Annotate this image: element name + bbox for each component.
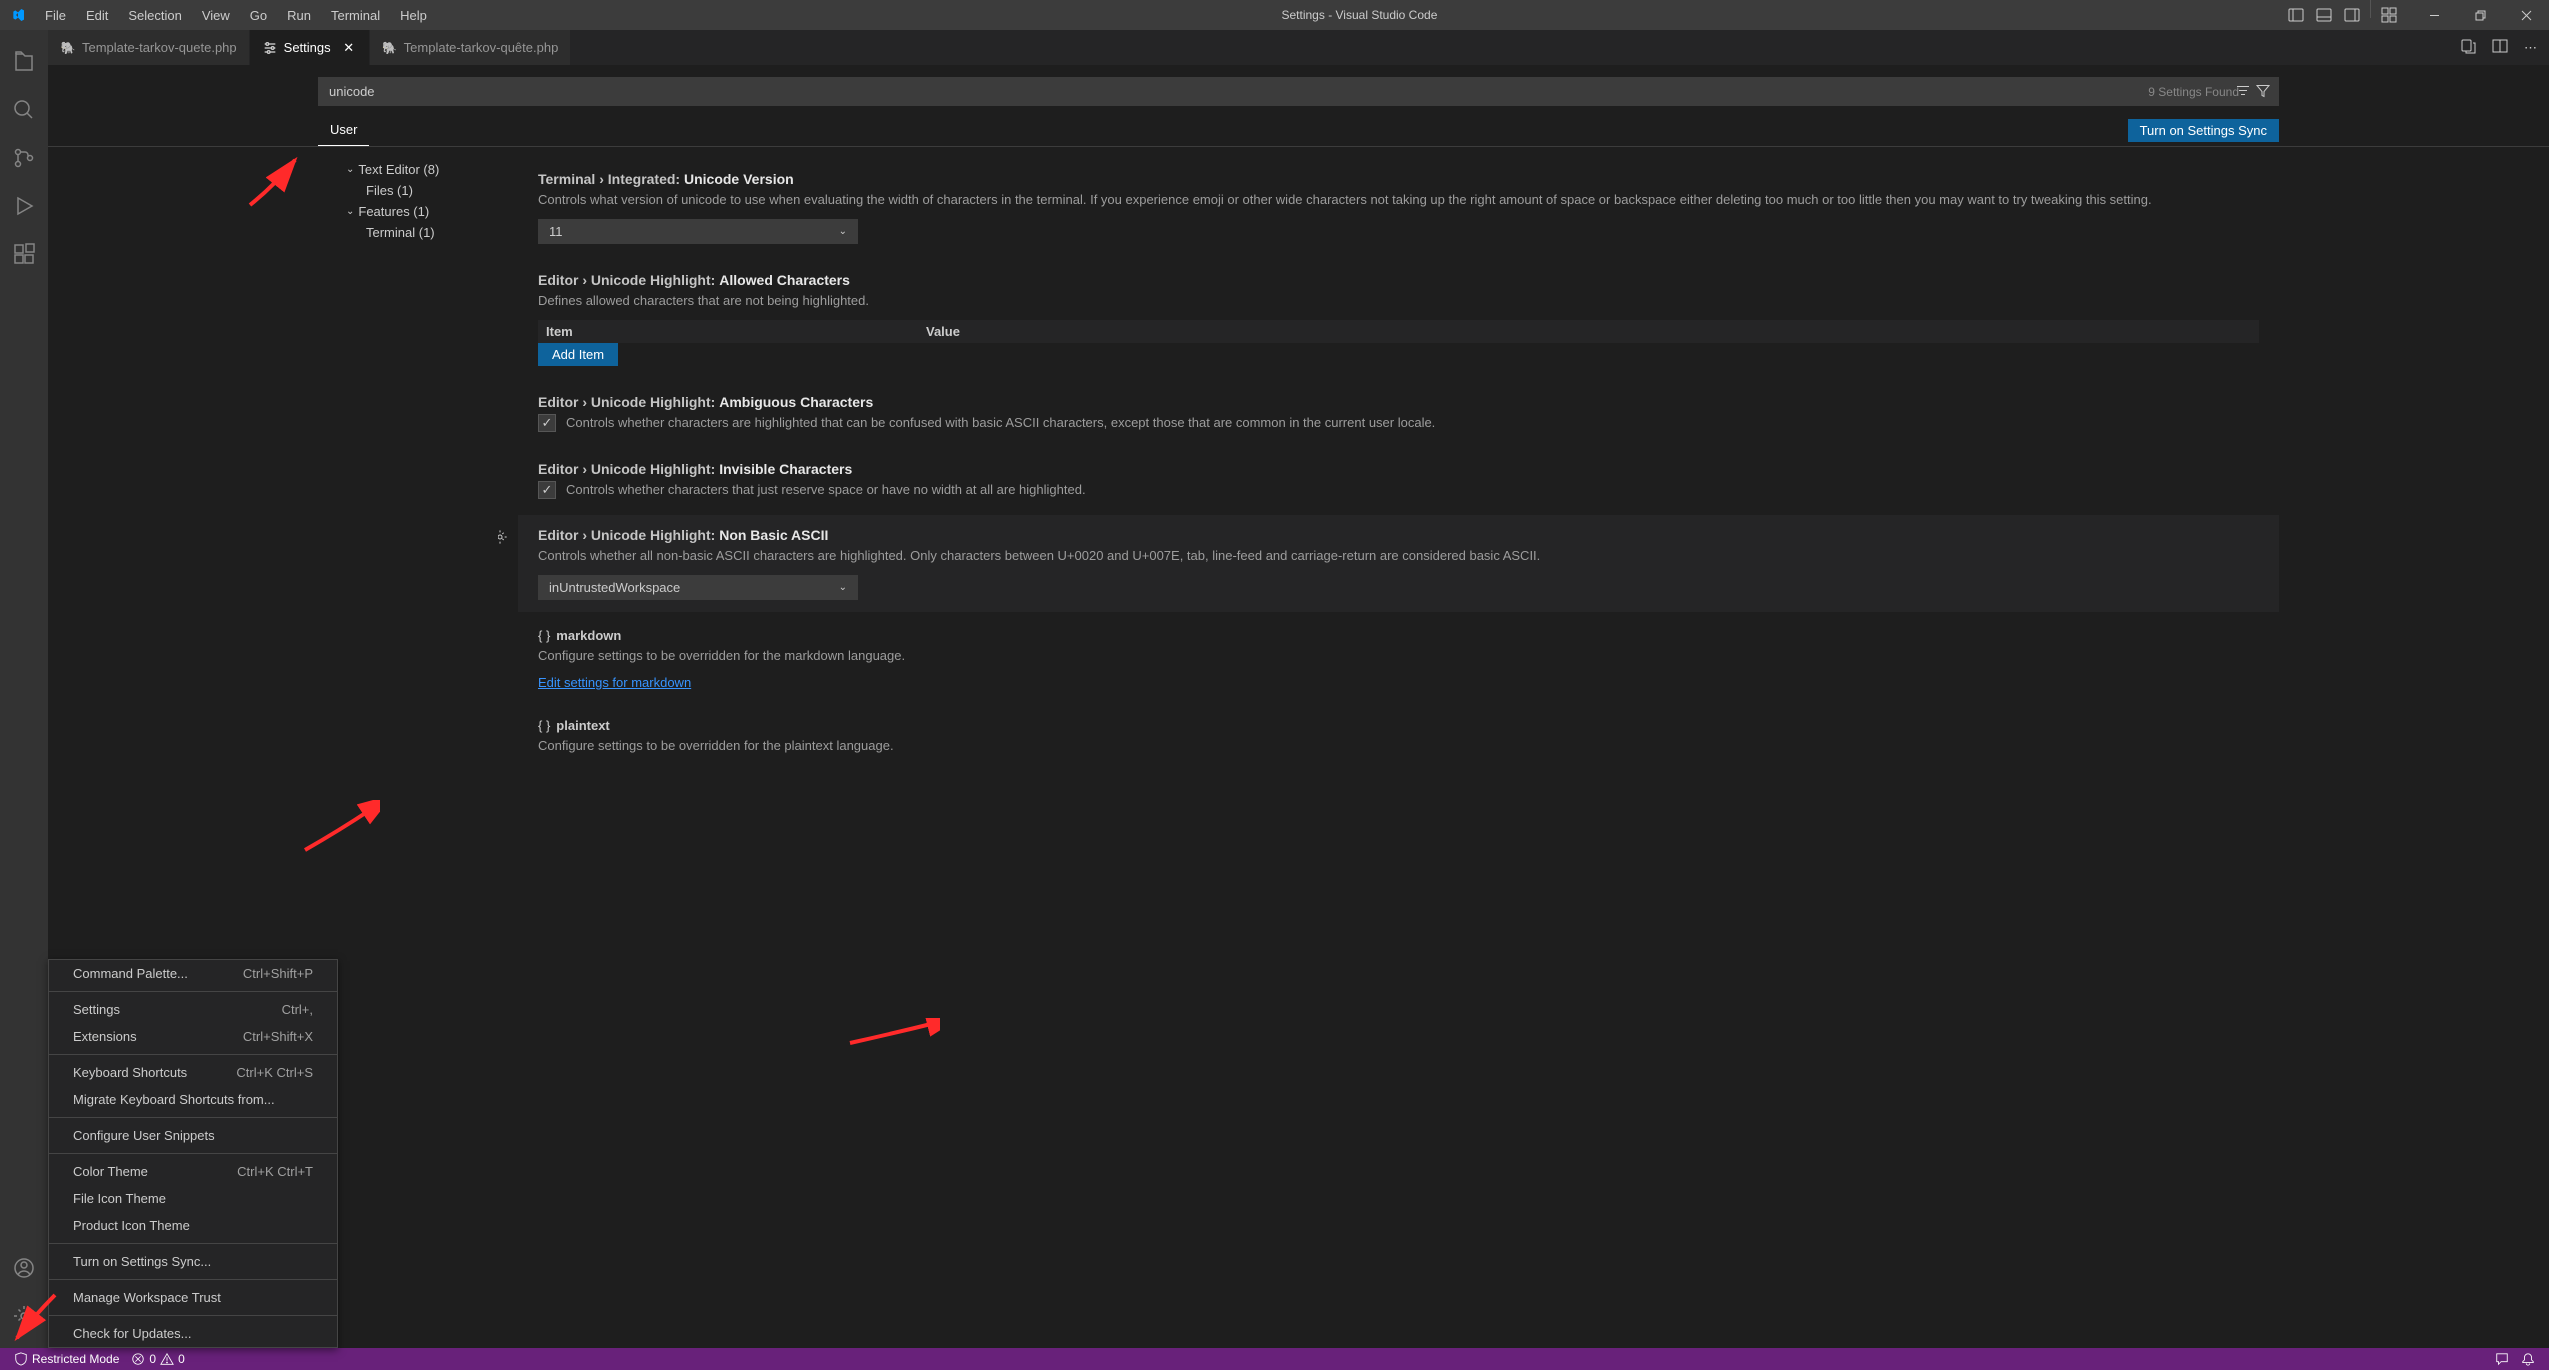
ctx-command-palette[interactable]: Command Palette...Ctrl+Shift+P: [49, 960, 337, 987]
editor-tabs: 🐘 Template-tarkov-quete.php Settings ✕ 🐘…: [48, 30, 2549, 65]
window-controls: [2282, 0, 2549, 30]
accounts-icon[interactable]: [0, 1244, 48, 1292]
menu-run[interactable]: Run: [277, 0, 321, 30]
manage-context-menu: Command Palette...Ctrl+Shift+P SettingsC…: [48, 959, 338, 1348]
status-feedback-icon[interactable]: [2489, 1352, 2515, 1366]
tab-actions: ⋯: [2456, 30, 2549, 65]
more-actions-icon[interactable]: ⋯: [2520, 36, 2541, 60]
menu-file[interactable]: File: [35, 0, 76, 30]
extensions-icon[interactable]: [0, 230, 48, 278]
toggle-primary-sidebar-icon[interactable]: [2282, 0, 2310, 30]
toggle-secondary-sidebar-icon[interactable]: [2338, 0, 2366, 30]
activity-bar: [0, 30, 48, 1348]
status-restricted-mode[interactable]: Restricted Mode: [8, 1352, 125, 1366]
add-item-button[interactable]: Add Item: [538, 343, 618, 366]
clear-filters-icon[interactable]: [2235, 82, 2251, 101]
menu-terminal[interactable]: Terminal: [321, 0, 390, 30]
settings-toc: ⌄Text Editor (8) Files (1) ⌄Features (1)…: [318, 147, 498, 1348]
chevron-down-icon: ⌄: [346, 206, 354, 217]
chevron-down-icon: ⌄: [839, 582, 847, 593]
filter-icon[interactable]: [2255, 82, 2271, 101]
tab-settings[interactable]: Settings ✕: [250, 30, 370, 65]
ctx-migrate-shortcuts[interactable]: Migrate Keyboard Shortcuts from...: [49, 1086, 337, 1113]
open-settings-json-icon[interactable]: [2456, 34, 2480, 61]
scope-user-tab[interactable]: User: [318, 114, 369, 146]
status-bar: Restricted Mode 0 0: [0, 1348, 2549, 1370]
setting-non-basic-ascii: Editor › Unicode Highlight: Non Basic AS…: [518, 515, 2279, 612]
title-bar: File Edit Selection View Go Run Terminal…: [0, 0, 2549, 30]
settings-scope-tabs: User Turn on Settings Sync: [48, 114, 2549, 147]
non-basic-ascii-dropdown[interactable]: inUntrustedWorkspace ⌄: [538, 575, 858, 600]
settings-tab-icon: [262, 40, 278, 56]
status-bell-icon[interactable]: [2515, 1352, 2541, 1366]
ctx-settings-sync[interactable]: Turn on Settings Sync...: [49, 1248, 337, 1275]
unicode-version-dropdown[interactable]: 11 ⌄: [538, 219, 858, 244]
braces-icon: { }: [538, 628, 550, 643]
maximize-button[interactable]: [2457, 0, 2503, 30]
chevron-down-icon: ⌄: [346, 164, 354, 175]
ctx-check-updates[interactable]: Check for Updates...: [49, 1320, 337, 1347]
menu-selection[interactable]: Selection: [118, 0, 191, 30]
tab-label: Settings: [284, 40, 331, 55]
tab-template-quete-accent[interactable]: 🐘 Template-tarkov-quête.php: [370, 30, 572, 65]
setting-terminal-unicode-version: Terminal › Integrated: Unicode Version C…: [518, 159, 2279, 256]
main-menu: File Edit Selection View Go Run Terminal…: [35, 0, 437, 30]
menu-go[interactable]: Go: [240, 0, 277, 30]
turn-on-settings-sync-button[interactable]: Turn on Settings Sync: [2128, 119, 2279, 142]
edit-markdown-link[interactable]: Edit settings for markdown: [538, 675, 691, 690]
source-control-icon[interactable]: [0, 134, 48, 182]
php-file-icon: 🐘: [60, 40, 76, 56]
ctx-user-snippets[interactable]: Configure User Snippets: [49, 1122, 337, 1149]
ctx-file-icon-theme[interactable]: File Icon Theme: [49, 1185, 337, 1212]
allowed-chars-table-header: Item Value: [538, 320, 2259, 343]
close-button[interactable]: [2503, 0, 2549, 30]
setting-invisible-characters: Editor › Unicode Highlight: Invisible Ch…: [518, 449, 2279, 511]
explorer-icon[interactable]: [0, 38, 48, 86]
search-icon[interactable]: [0, 86, 48, 134]
invisible-checkbox[interactable]: [538, 481, 556, 499]
chevron-down-icon: ⌄: [839, 226, 847, 237]
search-results-count: 9 Settings Found: [2148, 85, 2239, 99]
setting-ambiguous-characters: Editor › Unicode Highlight: Ambiguous Ch…: [518, 382, 2279, 444]
setting-allowed-characters: Editor › Unicode Highlight: Allowed Char…: [518, 260, 2279, 378]
braces-icon: { }: [538, 718, 550, 733]
toc-features[interactable]: ⌄Features (1): [318, 201, 498, 222]
ctx-workspace-trust[interactable]: Manage Workspace Trust: [49, 1284, 337, 1311]
setting-lang-markdown: { } markdown Configure settings to be ov…: [518, 616, 2279, 702]
tab-label: Template-tarkov-quete.php: [82, 40, 237, 55]
setting-lang-plaintext: { } plaintext Configure settings to be o…: [518, 706, 2279, 777]
ctx-settings[interactable]: SettingsCtrl+,: [49, 996, 337, 1023]
customize-layout-icon[interactable]: [2375, 0, 2403, 30]
ctx-color-theme[interactable]: Color ThemeCtrl+K Ctrl+T: [49, 1158, 337, 1185]
menu-edit[interactable]: Edit: [76, 0, 118, 30]
toc-text-editor[interactable]: ⌄Text Editor (8): [318, 159, 498, 180]
menu-view[interactable]: View: [192, 0, 240, 30]
window-title: Settings - Visual Studio Code: [437, 8, 2282, 22]
toggle-panel-icon[interactable]: [2310, 0, 2338, 30]
status-problems[interactable]: 0 0: [125, 1352, 190, 1366]
settings-search-input[interactable]: [318, 77, 2279, 106]
tab-template-quete[interactable]: 🐘 Template-tarkov-quete.php: [48, 30, 250, 65]
settings-editor: 9 Settings Found User Turn on Settings S…: [48, 65, 2549, 1348]
ctx-extensions[interactable]: ExtensionsCtrl+Shift+X: [49, 1023, 337, 1050]
php-file-icon: 🐘: [382, 40, 398, 56]
manage-gear-icon[interactable]: [0, 1292, 48, 1340]
toc-terminal[interactable]: Terminal (1): [318, 222, 498, 243]
ctx-keyboard-shortcuts[interactable]: Keyboard ShortcutsCtrl+K Ctrl+S: [49, 1059, 337, 1086]
run-debug-icon[interactable]: [0, 182, 48, 230]
close-tab-icon[interactable]: ✕: [341, 40, 357, 56]
vscode-logo-icon: [0, 0, 35, 30]
split-editor-icon[interactable]: [2488, 34, 2512, 61]
tab-label: Template-tarkov-quête.php: [404, 40, 559, 55]
toc-files[interactable]: Files (1): [318, 180, 498, 201]
ambiguous-checkbox[interactable]: [538, 414, 556, 432]
settings-list[interactable]: Terminal › Integrated: Unicode Version C…: [498, 147, 2549, 1348]
menu-help[interactable]: Help: [390, 0, 437, 30]
setting-gear-icon[interactable]: [498, 529, 508, 548]
ctx-product-icon-theme[interactable]: Product Icon Theme: [49, 1212, 337, 1239]
minimize-button[interactable]: [2411, 0, 2457, 30]
